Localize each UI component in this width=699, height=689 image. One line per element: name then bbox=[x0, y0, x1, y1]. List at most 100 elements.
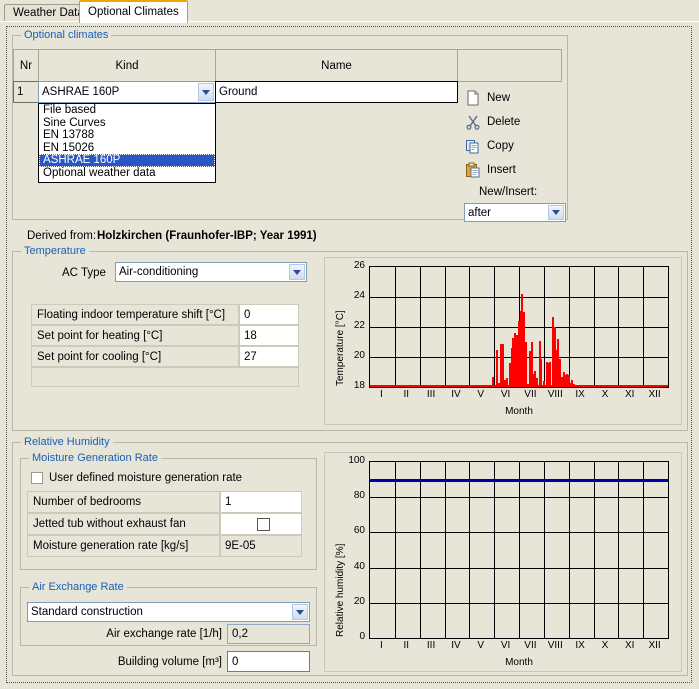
chart-x-tick-label: VII bbox=[524, 640, 537, 651]
field-jetted-tub[interactable]: Jetted tub without exhaust fan bbox=[27, 513, 302, 535]
chart-x-tick-label: XII bbox=[648, 389, 661, 400]
moisture-generation-group-title: Moisture Generation Rate bbox=[29, 452, 161, 464]
dropdown-option-en-15026[interactable]: EN 15026 bbox=[39, 142, 215, 155]
dropdown-option-file-based[interactable]: File based bbox=[39, 104, 215, 117]
relative-humidity-chart: Relative humidity [%] Month 0 20 40 60 80 100… bbox=[324, 452, 682, 672]
chart-gridline-horizontal bbox=[370, 297, 668, 298]
dropdown-option-optional-weather[interactable]: Optional weather data bbox=[39, 167, 215, 180]
chart-y-tick-label: 22 bbox=[353, 320, 365, 331]
derived-from-value: Holzkirchen (Fraunhofer-IBP; Year 1991) bbox=[97, 230, 317, 242]
chart-x-tick-label: VI bbox=[500, 389, 511, 400]
chart-x-tick-label: X bbox=[601, 389, 609, 400]
field-heating-setpoint-value[interactable]: 18 bbox=[239, 325, 299, 346]
tab-weather-data-label: Weather Data bbox=[13, 7, 84, 19]
field-number-of-bedrooms-value[interactable]: 1 bbox=[220, 491, 302, 513]
chart-gridline-vertical bbox=[594, 462, 595, 638]
field-floating-shift-label: Floating indoor temperature shift [°C] bbox=[31, 304, 239, 325]
field-moisture-generation-rate: Moisture generation rate [kg/s] 9E-05 bbox=[27, 535, 302, 557]
chart-x-tick-label: IX bbox=[575, 389, 585, 400]
chart-x-tick-label: IV bbox=[451, 389, 461, 400]
dropdown-option-en-13788[interactable]: EN 13788 bbox=[39, 129, 215, 142]
chart-y-tick-label: 24 bbox=[353, 290, 365, 301]
chart-y-tick-label: 40 bbox=[353, 560, 365, 572]
field-floating-shift-value[interactable]: 0 bbox=[239, 304, 299, 325]
chart-gridline-horizontal bbox=[370, 532, 668, 533]
humidity-plot-area bbox=[369, 461, 669, 639]
chart-x-tick-label: XI bbox=[625, 389, 635, 400]
field-cooling-setpoint[interactable]: Set point for cooling [°C] 27 bbox=[31, 346, 299, 367]
field-moisture-generation-rate-value: 9E-05 bbox=[220, 535, 302, 557]
dropdown-option-ashrae-160p[interactable]: ASHRAE 160P bbox=[39, 154, 215, 167]
field-heating-setpoint[interactable]: Set point for heating [°C] 18 bbox=[31, 325, 299, 346]
construction-type-combobox[interactable]: Standard construction bbox=[27, 602, 310, 622]
column-header-name-label: Name bbox=[321, 59, 352, 72]
temperature-group-title: Temperature bbox=[21, 245, 89, 257]
chevron-down-icon[interactable] bbox=[198, 83, 214, 101]
temperature-chart: Temperature [°C] Month 18 20 22 24 26 I II III I… bbox=[324, 257, 682, 425]
column-header-nr-label: Nr bbox=[19, 59, 33, 72]
chart-gridline-horizontal bbox=[370, 568, 668, 569]
chart-x-tick-label: V bbox=[477, 389, 485, 400]
jetted-tub-checkbox[interactable] bbox=[256, 517, 270, 531]
temperature-series-spike bbox=[496, 349, 499, 387]
chevron-down-icon[interactable] bbox=[289, 264, 305, 280]
delete-button-label: Delete bbox=[487, 116, 521, 128]
field-jetted-tub-value[interactable] bbox=[220, 513, 302, 535]
copy-button[interactable]: Copy bbox=[465, 137, 514, 155]
optional-climates-group-title: Optional climates bbox=[21, 29, 112, 41]
new-insert-position-value: after bbox=[468, 206, 492, 219]
insert-button[interactable]: Insert bbox=[465, 161, 516, 179]
kind-combobox[interactable]: ASHRAE 160P bbox=[38, 81, 216, 103]
delete-button[interactable]: Delete bbox=[465, 113, 520, 131]
chart-gridline-vertical bbox=[519, 462, 520, 638]
name-field[interactable]: Ground bbox=[215, 81, 458, 103]
chart-y-tick-label: 100 bbox=[348, 455, 365, 466]
chart-x-tick-label: VIII bbox=[547, 640, 563, 651]
field-cooling-setpoint-value[interactable]: 27 bbox=[239, 346, 299, 367]
field-heating-setpoint-label: Set point for heating [°C] bbox=[31, 325, 239, 346]
chart-gridline-vertical bbox=[395, 462, 396, 638]
field-air-exchange-rate-value: 0,2 bbox=[227, 624, 310, 644]
scissors-icon bbox=[465, 114, 481, 130]
chart-y-tick-label: 80 bbox=[353, 490, 365, 502]
new-button[interactable]: New bbox=[465, 89, 510, 107]
humidity-y-axis-label: Relative humidity [%] bbox=[335, 543, 346, 637]
field-building-volume[interactable]: Building volume [m³] 0 bbox=[27, 651, 310, 672]
humidity-x-axis-label: Month bbox=[505, 657, 533, 668]
new-insert-position-combobox[interactable]: after bbox=[464, 203, 566, 222]
tab-optional-climates[interactable]: Optional Climates bbox=[79, 0, 188, 23]
field-moisture-generation-rate-label: Moisture generation rate [kg/s] bbox=[27, 535, 220, 557]
dropdown-option-sine-curves[interactable]: Sine Curves bbox=[39, 117, 215, 130]
column-header-kind: Kind bbox=[38, 49, 216, 82]
field-floating-shift[interactable]: Floating indoor temperature shift [°C] 0 bbox=[31, 304, 299, 325]
temperature-x-axis-label: Month bbox=[505, 406, 533, 417]
kind-dropdown-list[interactable]: File based Sine Curves EN 13788 EN 15026… bbox=[38, 103, 216, 183]
field-building-volume-label: Building volume [m³] bbox=[117, 655, 222, 668]
chart-y-tick-label: 20 bbox=[353, 350, 365, 361]
field-jetted-tub-label: Jetted tub without exhaust fan bbox=[27, 513, 220, 535]
chart-y-tick-label: 18 bbox=[353, 380, 365, 391]
ac-type-label: AC Type bbox=[62, 267, 106, 279]
temperature-series-spike bbox=[493, 385, 496, 387]
user-defined-moisture-checkbox[interactable] bbox=[31, 472, 43, 484]
humidity-series-line bbox=[370, 478, 668, 482]
chart-gridline-vertical bbox=[569, 462, 570, 638]
chart-y-tick-label: 26 bbox=[353, 260, 365, 271]
chevron-down-icon[interactable] bbox=[548, 205, 564, 220]
chart-x-tick-label: VIII bbox=[547, 389, 563, 400]
ac-type-combobox[interactable]: Air-conditioning bbox=[115, 262, 307, 282]
chevron-down-icon[interactable] bbox=[292, 604, 308, 620]
chart-y-tick-label: 60 bbox=[353, 525, 365, 537]
chart-x-tick-label: III bbox=[426, 640, 436, 651]
chart-gridline-vertical bbox=[643, 462, 644, 638]
field-number-of-bedrooms[interactable]: Number of bedrooms 1 bbox=[27, 491, 302, 513]
field-building-volume-value[interactable]: 0 bbox=[227, 651, 310, 672]
chart-x-tick-label: X bbox=[601, 640, 609, 651]
column-header-kind-label: Kind bbox=[115, 59, 139, 72]
user-defined-moisture-checkbox-row[interactable]: User defined moisture generation rate bbox=[31, 472, 242, 484]
temperature-series-spike bbox=[524, 342, 527, 387]
chart-gridline-vertical bbox=[494, 462, 495, 638]
new-document-icon bbox=[465, 90, 481, 106]
chart-y-tick-label: 0 bbox=[359, 631, 365, 642]
row-number-cell[interactable]: 1 bbox=[13, 81, 39, 103]
